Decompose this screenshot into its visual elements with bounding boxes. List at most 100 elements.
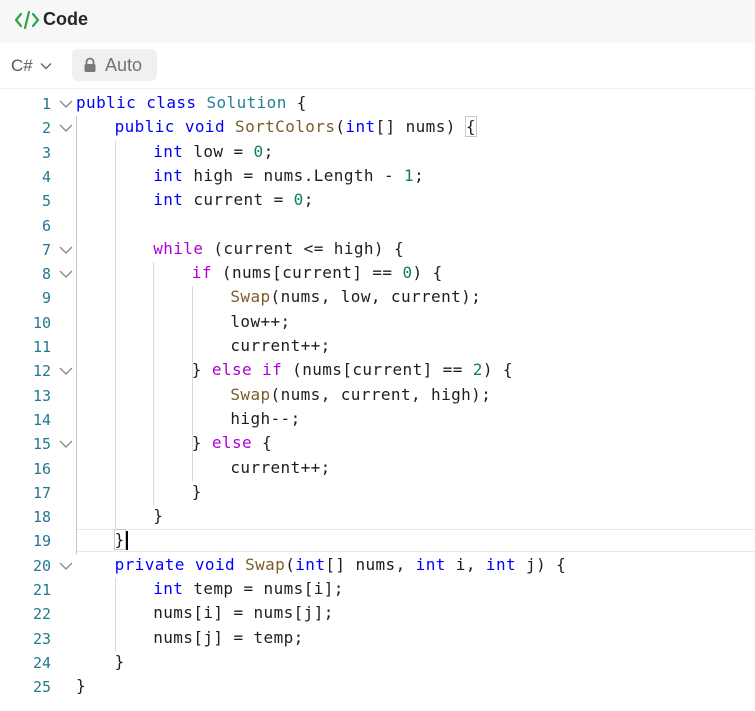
code-line[interactable]: 24} (0, 651, 755, 675)
code-token: public (76, 93, 137, 112)
line-number: 18 (32, 508, 51, 527)
code-text: nums[i] = nums[j]; (153, 603, 334, 622)
lock-icon (84, 57, 96, 72)
code-token: } (191, 360, 212, 380)
line-number: 21 (32, 581, 51, 599)
chevron-down-icon[interactable] (58, 97, 74, 111)
code-line[interactable]: 11 current++; (0, 335, 755, 359)
code-token: current++; (230, 336, 331, 355)
line-number: 10 (32, 313, 51, 332)
code-line[interactable]: 6 (0, 214, 755, 238)
code-token: int (153, 165, 184, 185)
code-line[interactable]: 1 public class Solution { (0, 92, 755, 116)
code-token: [] nums, (325, 554, 416, 574)
code-token: ; (263, 141, 274, 161)
code-text: } (76, 676, 86, 695)
code-line[interactable]: 10 low++; (0, 311, 755, 335)
line-number: 23 (32, 629, 51, 648)
code-line[interactable]: 16 current++; (0, 457, 755, 481)
language-select[interactable]: C# (11, 53, 53, 79)
chevron-down-icon[interactable] (58, 243, 74, 257)
code-line[interactable]: 7 while (current <= high) { (0, 238, 755, 262)
code-text: int temp = nums[i]; (153, 579, 344, 598)
line-number: 2 (41, 119, 51, 138)
line-number: 8 (41, 265, 51, 284)
code-text: } (192, 482, 202, 501)
code-token: public (114, 117, 175, 137)
code-token: current++; (230, 457, 331, 477)
code-token: int (485, 554, 517, 574)
code-token: while (153, 238, 204, 258)
code-token: nums[i] = nums[j]; (153, 603, 334, 623)
code-line[interactable]: 5 int current = 0; (0, 189, 755, 213)
code-line[interactable]: 3 int low = 0; (0, 141, 755, 165)
code-line[interactable]: 8 if (nums[current] == 0) { (0, 262, 755, 286)
code-line[interactable]: 21 int temp = nums[i]; (0, 578, 755, 602)
language-label: C# (11, 56, 33, 75)
code-line[interactable]: 17} (0, 481, 755, 505)
code-line[interactable]: 4 int high = nums.Length - 1; (0, 165, 755, 189)
code-token: Solution (206, 93, 287, 112)
line-number: 17 (32, 483, 51, 502)
code-text: int low = 0; (153, 142, 273, 161)
line-number: 6 (41, 216, 51, 235)
code-text: current++; (230, 458, 330, 477)
code-line[interactable]: 14 high--; (0, 408, 755, 432)
code-text: } else if (nums[current] == 2) { (192, 360, 513, 379)
code-token: (current <= high) { (203, 238, 405, 258)
code-token: 0 (293, 190, 304, 210)
code-token: } (113, 529, 126, 551)
code-token: else (211, 433, 253, 453)
code-text: int high = nums.Length - 1; (153, 166, 424, 185)
code-token: (nums, current, high); (270, 384, 492, 404)
code-text: } (115, 652, 125, 671)
code-token: low++; (230, 311, 291, 331)
code-line[interactable]: 13 Swap(nums, current, high); (0, 384, 755, 408)
auto-mode-button[interactable]: Auto (72, 49, 157, 81)
code-token: ; (303, 190, 314, 210)
code-text: high--; (230, 409, 300, 428)
chevron-down-icon[interactable] (58, 437, 74, 451)
code-line[interactable]: 2 public void SortColors(int[] nums) { (0, 116, 755, 140)
code-token: class (146, 93, 197, 112)
code-line[interactable]: 18} (0, 505, 755, 529)
code-line[interactable]: 15} else { (0, 432, 755, 456)
code-text: Swap(nums, current, high); (230, 385, 491, 404)
code-token: 0 (253, 141, 264, 161)
code-line[interactable]: 19} (0, 529, 755, 553)
line-number: 9 (41, 289, 51, 308)
code-token: int (153, 190, 184, 210)
code-line[interactable]: 25} (0, 675, 755, 699)
code-token: [] nums) (375, 117, 466, 137)
code-token: SortColors (235, 117, 336, 137)
line-number: 24 (32, 653, 51, 672)
code-token: } (153, 506, 164, 526)
chevron-down-icon[interactable] (58, 121, 74, 135)
code-token: Swap (245, 554, 286, 574)
line-number: 11 (32, 338, 51, 356)
code-line[interactable]: 20 private void Swap(int[] nums, int i, i… (0, 554, 755, 578)
auto-mode-label: Auto (105, 54, 143, 75)
code-line[interactable]: 22 nums[i] = nums[j]; (0, 602, 755, 626)
code-token: high--; (230, 408, 301, 428)
code-token: int (153, 141, 184, 161)
code-token: void (194, 554, 236, 574)
chevron-down-icon[interactable] (58, 559, 74, 573)
code-token: nums[j] = temp; (153, 627, 304, 647)
code-line[interactable]: 23 nums[j] = temp; (0, 627, 755, 651)
code-token: 0 (402, 263, 413, 283)
code-text: if (nums[current] == 0) { (192, 263, 443, 282)
code-token: ( (335, 117, 346, 137)
line-number: 15 (32, 435, 51, 454)
code-line[interactable]: 12} else if (nums[current] == 2) { (0, 359, 755, 383)
code-editor[interactable]: 1 public class Solution { 2 public void Sor… (0, 92, 755, 711)
chevron-down-icon[interactable] (58, 267, 74, 281)
line-number: 5 (41, 192, 51, 211)
line-number: 20 (32, 556, 51, 575)
code-line[interactable]: 9 Swap(nums, low, current); (0, 286, 755, 310)
code-token: i, (445, 554, 486, 574)
chevron-down-icon[interactable] (58, 364, 74, 378)
code-token: ; (414, 165, 425, 185)
